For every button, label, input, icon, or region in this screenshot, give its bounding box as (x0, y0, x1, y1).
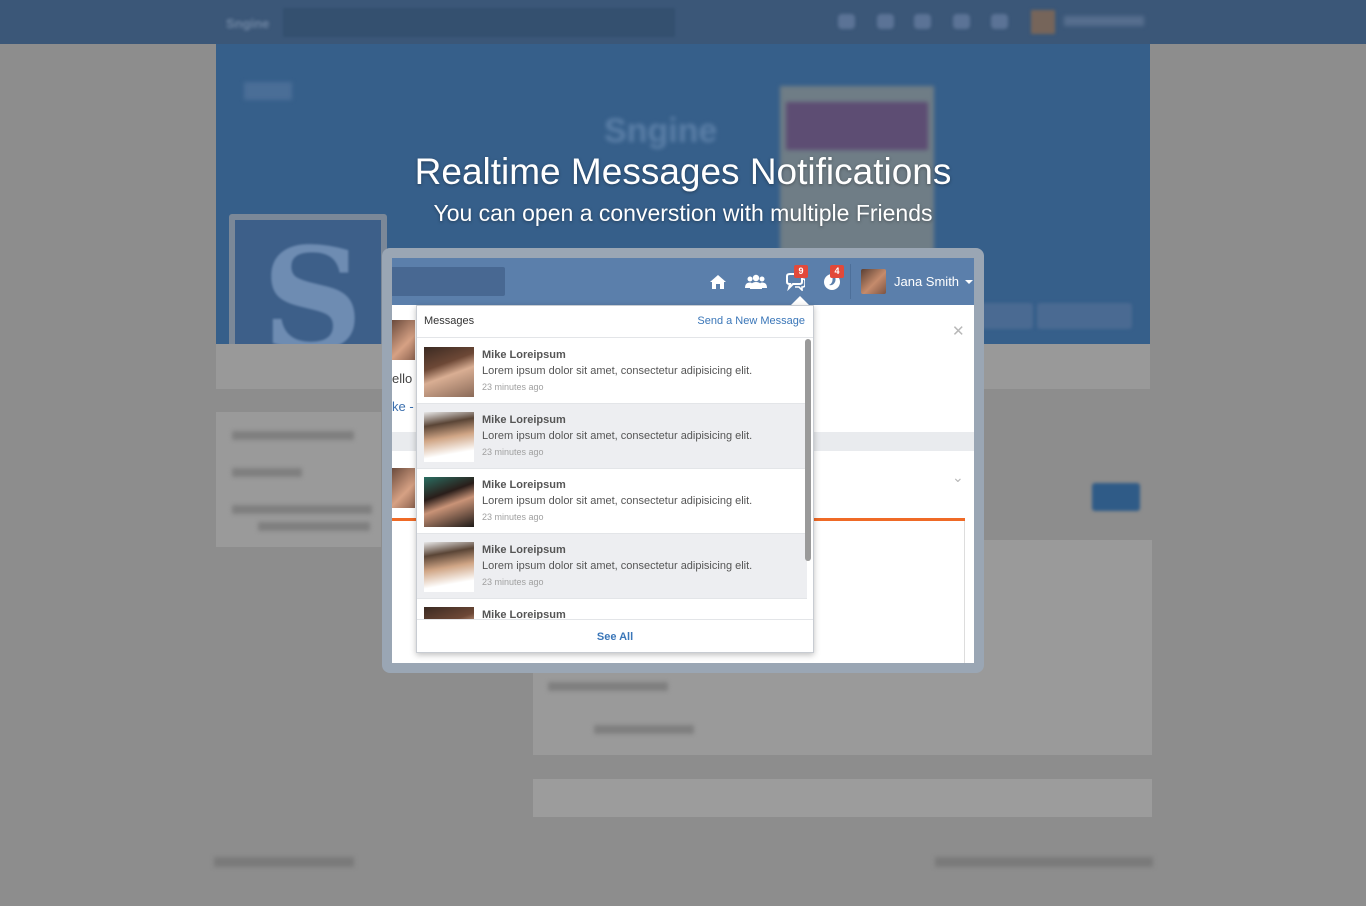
caret-down-icon[interactable] (965, 280, 973, 284)
message-preview: Lorem ipsum dolor sit amet, consectetur … (482, 365, 753, 377)
message-preview: Lorem ipsum dolor sit amet, consectetur … (482, 495, 753, 507)
background-footer-right (935, 857, 1153, 867)
dropdown-header: Messages Send a New Message (417, 306, 813, 338)
sender-name: Mike Loreipsum (482, 544, 566, 556)
message-item[interactable]: Mike Loreipsum Lorem ipsum dolor sit ame… (417, 404, 807, 469)
messages-badge: 9 (794, 265, 808, 278)
sender-name: Mike Loreipsum (482, 349, 566, 361)
background-friends-icon (877, 14, 894, 29)
scrollbar[interactable] (805, 339, 811, 561)
message-time: 23 minutes ago (482, 512, 544, 522)
background-comment-line (594, 725, 694, 734)
messages-list: Mike Loreipsum Lorem ipsum dolor sit ame… (417, 339, 813, 619)
close-icon[interactable]: ✕ (952, 322, 965, 340)
background-settings-icon (991, 14, 1008, 29)
background-home-icon (838, 14, 855, 29)
sender-avatar (424, 607, 474, 619)
background-notifications-icon (953, 14, 970, 29)
sender-avatar (424, 347, 474, 397)
messages-dropdown: Messages Send a New Message Mike Loreips… (416, 305, 814, 653)
background-avatar (1031, 10, 1055, 34)
message-time: 23 minutes ago (482, 382, 544, 392)
nav-divider (850, 264, 851, 299)
sender-avatar (424, 542, 474, 592)
background-info-line (232, 468, 302, 477)
background-phone-image (786, 102, 928, 150)
message-preview: Lorem ipsum dolor sit amet, consectetur … (482, 430, 753, 442)
notifications-badge: 4 (830, 265, 844, 278)
background-messages-icon (914, 14, 931, 29)
sender-avatar (424, 477, 474, 527)
sender-avatar (424, 412, 474, 462)
home-icon[interactable] (707, 271, 729, 293)
background-search (283, 8, 675, 37)
subheadline: You can open a converstion with multiple… (433, 200, 933, 226)
sender-name: Mike Loreipsum (482, 479, 566, 491)
background-logo: Sngine (226, 16, 270, 31)
search-input[interactable] (392, 267, 505, 296)
message-time: 23 minutes ago (482, 577, 544, 587)
sender-name: Mike Loreipsum (482, 414, 566, 426)
sender-name: Mike Loreipsum (482, 609, 566, 619)
avatar (392, 468, 415, 508)
background-info-line (232, 505, 372, 514)
chevron-down-icon[interactable]: ⌄ (952, 469, 964, 486)
avatar (392, 320, 415, 360)
message-preview: Lorem ipsum dolor sit amet, consectetur … (482, 560, 753, 572)
dropdown-footer: See All (417, 619, 813, 652)
background-post-line (548, 682, 668, 691)
background-cover-title: Sngine (604, 112, 718, 150)
user-avatar[interactable] (861, 269, 886, 294)
background-cover-icons (244, 82, 292, 100)
background-post-button (1092, 483, 1140, 511)
friends-icon[interactable] (745, 271, 767, 293)
message-item[interactable]: Mike Loreipsum Lorem ipsum dolor sit ame… (417, 534, 807, 599)
background-username (1064, 16, 1144, 26)
top-navbar: 9 4 Jana Smith (392, 258, 974, 305)
dropdown-title: Messages (424, 315, 475, 327)
background-topbar (0, 0, 1366, 44)
see-all-link[interactable]: See All (597, 631, 633, 643)
app-preview: ello V ke - C ✕ ⌄ 9 4 Jana Smith Message… (392, 258, 974, 663)
background-info-line (232, 431, 354, 440)
message-time: 23 minutes ago (482, 447, 544, 457)
send-new-message-link[interactable]: Send a New Message (697, 315, 805, 327)
message-item[interactable]: Mike Loreipsum Lorem ipsum dolor sit ame… (417, 339, 807, 404)
background-cover-button (1037, 303, 1132, 329)
background-footer-left (214, 857, 354, 867)
dropdown-pointer (791, 296, 809, 305)
headline: Realtime Messages Notifications (414, 151, 952, 192)
message-item[interactable]: Mike Loreipsum (417, 599, 807, 619)
message-item[interactable]: Mike Loreipsum Lorem ipsum dolor sit ame… (417, 469, 807, 534)
user-name[interactable]: Jana Smith (894, 274, 959, 289)
background-load-more (533, 779, 1152, 817)
background-info-line (258, 522, 370, 531)
